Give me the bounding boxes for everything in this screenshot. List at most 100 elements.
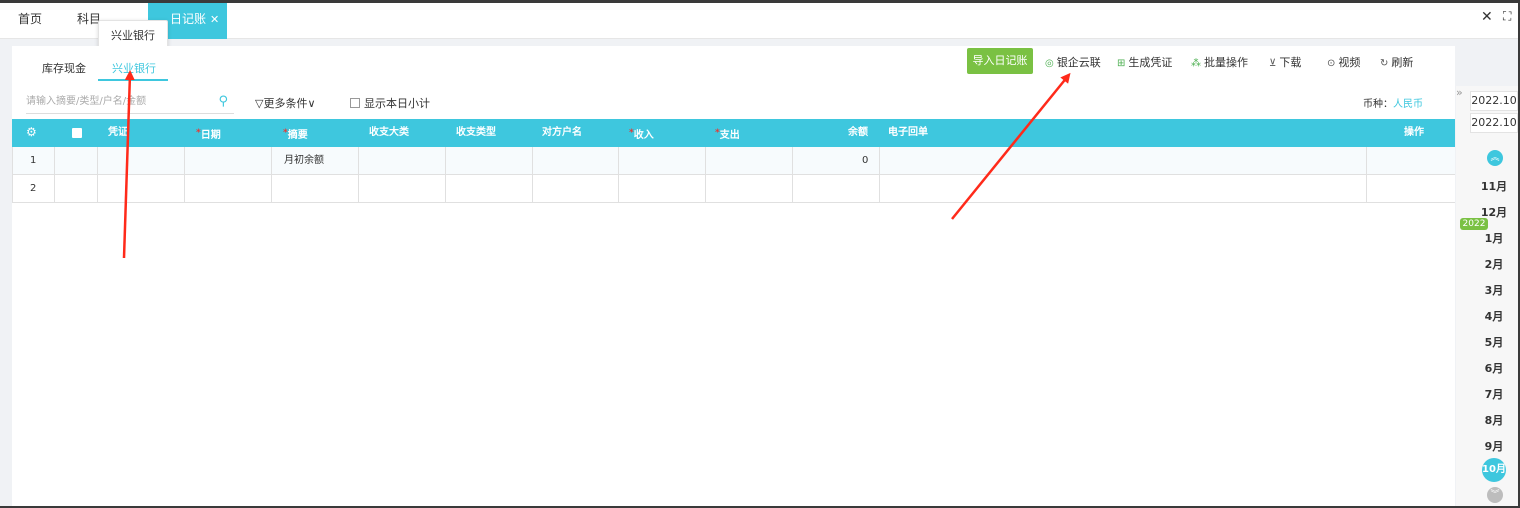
period-start[interactable]: 2022.10 bbox=[1470, 91, 1518, 111]
journal-panel: 库存现金 兴业银行 导入日记账 ◎ 银企云联 ⊞ 生成凭证 ⁂ 批量操作 ⊻ 下载 ⊙ 视… bbox=[12, 46, 1455, 506]
row-number: 2 bbox=[30, 183, 37, 194]
voucher-icon: ⊞ bbox=[1117, 58, 1126, 69]
tab-home[interactable]: 首页 bbox=[18, 3, 42, 39]
table-header: ⚙ 凭证 *日期 *摘要 收支大类 收支类型 对方户名 *收入 *支出 余额 电… bbox=[12, 119, 1455, 147]
th-balance: 余额 bbox=[848, 119, 868, 147]
show-daily-subtotal-checkbox[interactable]: 显示本日小计 bbox=[350, 95, 430, 111]
month-item[interactable]: 1月 bbox=[1478, 230, 1510, 246]
th-type: 收支类型 bbox=[456, 119, 496, 147]
batch-label: 批量操作 bbox=[1204, 56, 1248, 69]
th-date: *日期 bbox=[196, 128, 221, 141]
month-item[interactable]: 9月 bbox=[1478, 438, 1510, 454]
subtab-cash[interactable]: 库存现金 bbox=[42, 60, 86, 76]
scroll-up-icon[interactable]: ︽ bbox=[1487, 150, 1503, 166]
th-category: 收支大类 bbox=[369, 119, 409, 147]
month-item[interactable]: 5月 bbox=[1478, 334, 1510, 350]
year-badge: 2022 bbox=[1460, 218, 1488, 230]
column-divider bbox=[445, 147, 446, 203]
column-divider bbox=[532, 147, 533, 203]
column-divider bbox=[97, 147, 98, 203]
column-divider bbox=[792, 147, 793, 203]
download-icon: ⊻ bbox=[1269, 58, 1277, 69]
tab-journal-label: 日记账 bbox=[170, 12, 207, 26]
th-actions-label: 操作 bbox=[1404, 127, 1424, 138]
filter-row: 请输入摘要/类型/户名/金额 ⚲ ▽更多条件∨ 显示本日小计 币种：人民币 bbox=[12, 88, 1455, 118]
currency-select[interactable]: 币种：人民币 bbox=[1363, 95, 1423, 110]
bank-link-button[interactable]: ◎ 银企云联 bbox=[1045, 54, 1101, 70]
refresh-icon: ↻ bbox=[1380, 58, 1389, 69]
currency-label: 币种： bbox=[1363, 99, 1393, 110]
refresh-button[interactable]: ↻ 刷新 bbox=[1380, 54, 1413, 70]
column-divider bbox=[879, 147, 880, 203]
period-end[interactable]: 2022.10 bbox=[1470, 113, 1518, 133]
column-divider bbox=[12, 147, 13, 203]
row-balance: 0 bbox=[862, 155, 869, 166]
row-summary[interactable]: 月初余额 bbox=[284, 147, 324, 175]
th-income: *收入 bbox=[629, 128, 654, 141]
search-icon[interactable]: ⚲ bbox=[218, 90, 228, 114]
month-item[interactable]: 11月 bbox=[1478, 178, 1510, 194]
subtab-bank[interactable]: 兴业银行 bbox=[112, 60, 156, 76]
video-button[interactable]: ⊙ 视频 bbox=[1327, 54, 1360, 70]
checkbox-icon[interactable] bbox=[350, 98, 360, 108]
column-divider bbox=[618, 147, 619, 203]
row-number: 1 bbox=[30, 155, 37, 166]
import-journal-button[interactable]: 导入日记账 bbox=[967, 48, 1033, 74]
play-icon: ⊙ bbox=[1327, 58, 1336, 69]
search-placeholder: 请输入摘要/类型/户名/金额 bbox=[26, 96, 147, 107]
month-item[interactable]: 7月 bbox=[1478, 386, 1510, 402]
table-row[interactable]: 2 bbox=[12, 175, 1455, 203]
th-expense: *支出 bbox=[715, 128, 740, 141]
month-item[interactable]: 4月 bbox=[1478, 308, 1510, 324]
scroll-down-icon[interactable]: ︾ bbox=[1487, 487, 1503, 503]
th-counterparty: 对方户名 bbox=[542, 119, 582, 147]
fullscreen-icon[interactable]: ⛶ bbox=[1503, 9, 1511, 24]
th-actions: 操作 bbox=[1404, 119, 1424, 147]
th-summary-label: 摘要 bbox=[287, 130, 308, 141]
th-balance-label: 余额 bbox=[848, 127, 868, 138]
month-item[interactable]: 3月 bbox=[1478, 282, 1510, 298]
th-summary: *摘要 bbox=[283, 128, 308, 141]
tab-home-label: 首页 bbox=[18, 12, 43, 26]
show-daily-subtotal-label: 显示本日小计 bbox=[364, 97, 430, 110]
column-divider bbox=[358, 147, 359, 203]
account-tabs: 库存现金 兴业银行 bbox=[12, 46, 187, 82]
close-icon[interactable]: ✕ bbox=[1481, 9, 1493, 25]
column-divider bbox=[184, 147, 185, 203]
column-divider bbox=[1366, 147, 1367, 203]
th-voucher-label: 凭证 bbox=[108, 127, 128, 138]
month-item[interactable]: 2月 bbox=[1478, 256, 1510, 272]
column-settings-icon[interactable]: ⚙ bbox=[26, 125, 37, 139]
th-receipt-label: 电子回单 bbox=[888, 127, 928, 138]
month-item[interactable]: 8月 bbox=[1478, 412, 1510, 428]
tab-close-icon[interactable]: ✕ bbox=[210, 13, 219, 26]
th-type-label: 收支类型 bbox=[456, 127, 496, 138]
more-conditions-label: 更多条件 bbox=[263, 97, 308, 110]
month-item[interactable]: 6月 bbox=[1478, 360, 1510, 376]
top-tab-bar: 首页 科目 日记账 ✕ ✕ ⛶ bbox=[0, 3, 1518, 39]
batch-operation-button[interactable]: ⁂ 批量操作 bbox=[1191, 54, 1248, 70]
download-label: 下载 bbox=[1279, 56, 1302, 69]
month-item-active[interactable]: 10月 bbox=[1482, 458, 1506, 482]
th-expense-label: 支出 bbox=[719, 130, 740, 141]
th-counterparty-label: 对方户名 bbox=[542, 127, 582, 138]
column-divider bbox=[705, 147, 706, 203]
bank-link-label: 银企云联 bbox=[1056, 56, 1101, 69]
app-window: 首页 科目 日记账 ✕ ✕ ⛶ 兴业银行 库存现金 兴业银行 导入日记账 ◎ 银企云… bbox=[0, 0, 1520, 508]
generate-voucher-button[interactable]: ⊞ 生成凭证 bbox=[1117, 54, 1172, 70]
column-divider bbox=[271, 147, 272, 203]
column-divider bbox=[54, 147, 55, 203]
collapse-icon[interactable]: » bbox=[1456, 86, 1468, 106]
select-all-checkbox[interactable] bbox=[72, 128, 82, 138]
generate-voucher-label: 生成凭证 bbox=[1128, 56, 1173, 69]
more-conditions-dropdown[interactable]: ▽更多条件∨ bbox=[255, 95, 316, 111]
refresh-label: 刷新 bbox=[1391, 56, 1414, 69]
search-input[interactable]: 请输入摘要/类型/户名/金额 ⚲ bbox=[26, 90, 234, 114]
currency-value: 人民币 bbox=[1393, 99, 1423, 110]
download-button[interactable]: ⊻ 下载 bbox=[1269, 54, 1301, 70]
table-row[interactable]: 1 月初余额 0 bbox=[12, 147, 1455, 175]
th-voucher: 凭证 bbox=[108, 119, 128, 147]
active-tab-underline bbox=[98, 79, 168, 81]
th-date-label: 日期 bbox=[200, 130, 221, 141]
video-label: 视频 bbox=[1338, 56, 1361, 69]
